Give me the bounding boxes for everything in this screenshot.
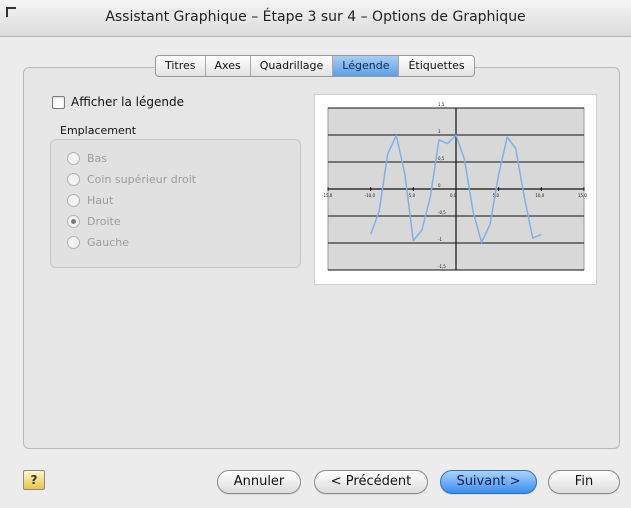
radio-label: Coin supérieur droit [87,173,197,186]
show-legend-label: Afficher la légende [71,95,184,109]
tab-legende[interactable]: Légende [333,56,400,76]
y-tick-label: -0,5 [438,210,446,215]
placement-radio-gauche[interactable]: Gauche [67,236,129,249]
radio-label: Haut [87,194,114,207]
radio-label: Droite [87,215,121,228]
radio-icon[interactable] [67,194,80,207]
radio-label: Gauche [87,236,130,249]
tab-titres[interactable]: Titres [156,56,206,76]
chart-preview-svg: 1,510,50-0,5-1-1,5-15,0 -10,0 -5,0 0,0 5,0 10… [322,102,587,271]
tab-bar: Titres Axes Quadrillage Légende Étiquett… [155,55,475,77]
window-title: Assistant Graphique – Étape 3 sur 4 – Op… [105,9,526,25]
tab-axes[interactable]: Axes [206,56,251,76]
y-tick-label: 1,5 [438,102,445,107]
x-tick-label: -15,0 [322,193,333,198]
y-tick-label: -1 [438,237,442,242]
placement-radio-top-right[interactable]: Coin supérieur droit [67,173,196,186]
x-tick-label: 10,0 [535,193,544,198]
tab-etiquettes[interactable]: Étiquettes [399,56,473,76]
show-legend-row[interactable]: Afficher la légende [52,95,184,109]
placement-radio-haut[interactable]: Haut [67,194,113,207]
x-tick-label: 0,0 [450,193,457,198]
y-tick-label: 0,5 [438,156,445,161]
placement-radio-droite[interactable]: Droite [67,215,121,228]
radio-icon[interactable] [67,215,80,228]
show-legend-checkbox[interactable] [52,95,65,109]
y-tick-label: -1,5 [438,264,446,269]
next-button[interactable]: Suivant > [440,470,537,494]
x-tick-label: 15,0 [578,193,587,198]
cancel-button[interactable]: Annuler [217,470,301,494]
x-tick-label: -5,0 [407,193,415,198]
finish-button[interactable]: Fin [548,470,620,494]
radio-icon[interactable] [67,152,80,165]
previous-button[interactable]: < Précédent [314,470,428,494]
radio-icon[interactable] [67,236,80,249]
placement-radio-bas[interactable]: Bas [67,152,107,165]
x-tick-label: 5,0 [493,193,500,198]
x-tick-label: -10,0 [365,193,376,198]
title-bar: Assistant Graphique – Étape 3 sur 4 – Op… [0,0,631,37]
placement-label: Emplacement [60,124,137,137]
chart-wizard-window: Assistant Graphique – Étape 3 sur 4 – Op… [0,0,631,508]
radio-icon[interactable] [67,173,80,186]
radio-label: Bas [87,152,108,165]
chart-preview: 1,5 1 0,5 0 -0,5 -1 -1,5 -15,0 -10,0 -5,0 0,0 5,0 10… [314,94,597,285]
tab-quadrillage[interactable]: Quadrillage [251,56,334,76]
help-icon[interactable]: ? [23,470,45,490]
